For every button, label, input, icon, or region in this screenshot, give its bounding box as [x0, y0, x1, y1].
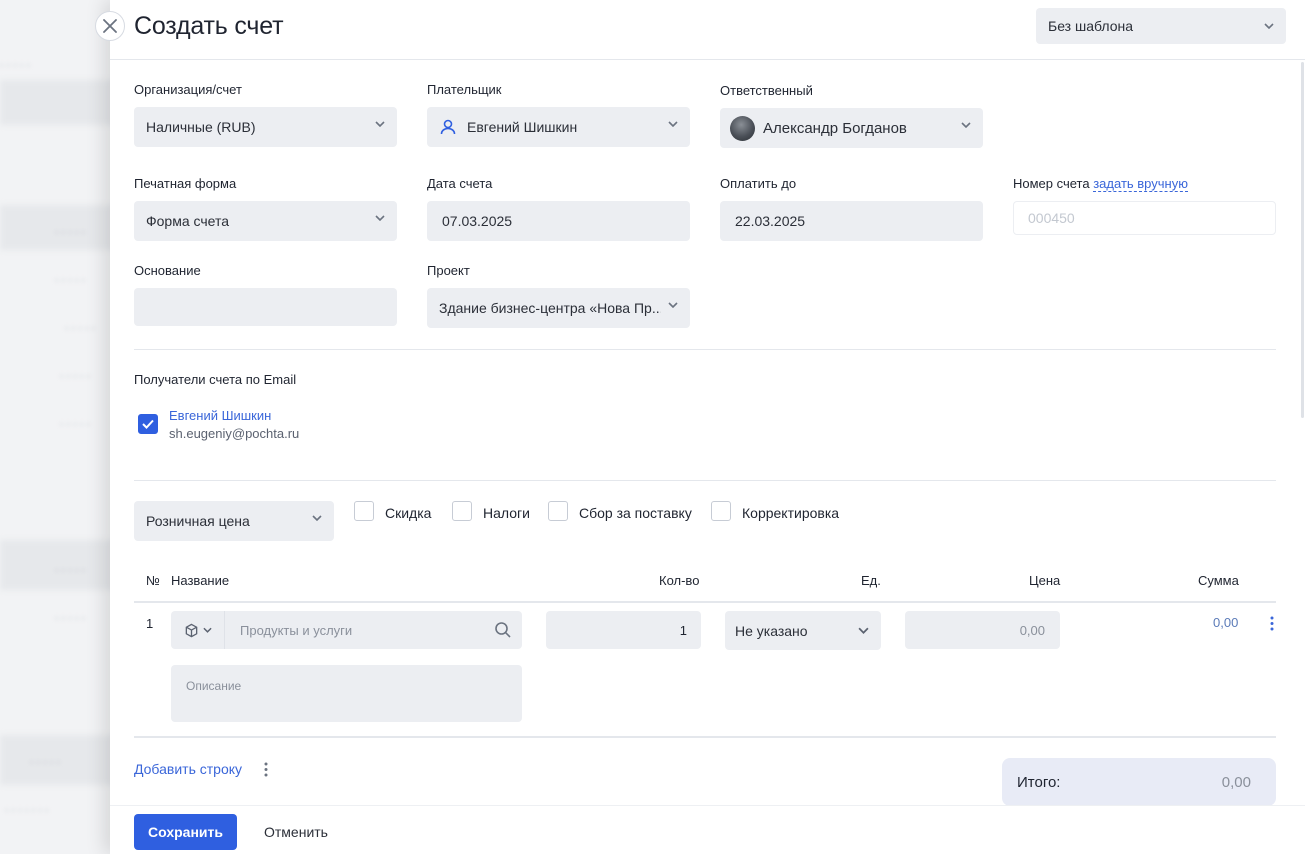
- product-search: Продукты и услуги: [171, 611, 522, 649]
- adjustment-checkbox[interactable]: [711, 501, 731, 521]
- delivery-fee-label: Сбор за поставку: [579, 505, 692, 521]
- chevron-down-icon: [1264, 23, 1274, 29]
- chevron-down-icon: [375, 215, 385, 221]
- avatar: [730, 115, 755, 141]
- person-icon: [440, 119, 456, 135]
- price-type-select[interactable]: Розничная цена: [134, 501, 334, 541]
- template-select-value: Без шаблона: [1048, 18, 1134, 34]
- taxes-label: Налоги: [483, 505, 530, 521]
- table-header-divider: [134, 601, 1276, 603]
- add-row-link[interactable]: Добавить строку: [134, 761, 242, 777]
- pay-until-field[interactable]: 22.03.2025: [720, 201, 983, 241]
- col-num-header: №: [146, 573, 160, 588]
- price-field[interactable]: 0,00: [905, 611, 1060, 649]
- invoice-date-label: Дата счета: [427, 176, 493, 191]
- template-select[interactable]: Без шаблона: [1036, 8, 1286, 44]
- scrollbar[interactable]: [1301, 62, 1304, 418]
- product-search-input[interactable]: Продукты и услуги: [240, 623, 352, 638]
- invoice-number-field[interactable]: 000450: [1013, 201, 1276, 235]
- col-name-header: Название: [171, 573, 230, 588]
- adjustment-label: Корректировка: [742, 505, 840, 521]
- payer-label: Плательщик: [427, 82, 502, 97]
- invoice-number-placeholder: 000450: [1028, 210, 1075, 226]
- invoice-number-label-text: Номер счета: [1013, 176, 1090, 191]
- search-icon[interactable]: [494, 621, 512, 639]
- invoice-number-label: Номер счета задать вручную: [1013, 176, 1188, 192]
- col-sum-header: Сумма: [1198, 573, 1239, 588]
- product-type-select[interactable]: [171, 611, 225, 649]
- pay-until-label: Оплатить до: [720, 176, 797, 191]
- price-value: 0,00: [1019, 622, 1045, 638]
- invoice-date-value: 07.03.2025: [442, 213, 513, 229]
- discount-label: Скидка: [385, 505, 432, 521]
- price-type-value: Розничная цена: [146, 513, 250, 529]
- section-divider: [134, 480, 1276, 481]
- chevron-down-icon: [375, 121, 385, 127]
- total-value: 0,00: [1221, 773, 1251, 791]
- basis-field[interactable]: [134, 288, 397, 326]
- recipient-email: sh.eugeniy@pochta.ru: [169, 426, 300, 441]
- save-button[interactable]: Сохранить: [134, 814, 237, 850]
- org-value: Наличные (RUB): [146, 119, 256, 135]
- quantity-value: 1: [679, 622, 687, 638]
- payer-value: Евгений Шишкин: [467, 119, 578, 135]
- set-manually-link[interactable]: задать вручную: [1093, 176, 1188, 192]
- print-form-select[interactable]: Форма счета: [134, 201, 397, 241]
- unit-select[interactable]: Не указано: [725, 611, 881, 650]
- row-more-icon[interactable]: [1269, 616, 1275, 631]
- print-form-value: Форма счета: [146, 213, 230, 229]
- discount-checkbox[interactable]: [354, 501, 374, 521]
- box-icon: [185, 623, 197, 637]
- header-divider: [110, 59, 1305, 60]
- cancel-button[interactable]: Отменить: [264, 824, 328, 840]
- recipients-label: Получатели счета по Email: [134, 372, 297, 387]
- taxes-checkbox[interactable]: [452, 501, 472, 521]
- description-field[interactable]: Описание: [171, 665, 522, 722]
- row-sum: 0,00: [1213, 615, 1239, 630]
- close-icon: [103, 19, 117, 33]
- total-label: Итого:: [1017, 773, 1061, 791]
- page-title: Создать счет: [134, 12, 284, 40]
- print-form-label: Печатная форма: [134, 176, 237, 191]
- project-label: Проект: [427, 263, 470, 278]
- chevron-down-icon: [312, 515, 322, 521]
- chevron-down-icon: [961, 122, 971, 128]
- payer-select[interactable]: Евгений Шишкин: [427, 107, 690, 147]
- chevron-down-icon: [668, 302, 678, 308]
- row-number: 1: [146, 616, 154, 631]
- col-qty-header: Кол-во: [659, 573, 700, 588]
- add-row-more-icon[interactable]: [263, 762, 269, 777]
- description-placeholder: Описание: [186, 679, 242, 693]
- project-value: Здание бизнес-центра «Нова Пр...: [439, 300, 661, 316]
- pay-until-value: 22.03.2025: [735, 213, 806, 229]
- responsible-value: Александр Богданов: [763, 119, 907, 137]
- responsible-label: Ответственный: [720, 83, 813, 98]
- check-icon: [142, 419, 154, 429]
- chevron-down-icon: [668, 121, 678, 127]
- section-divider: [134, 349, 1276, 350]
- org-label: Организация/счет: [134, 82, 242, 97]
- quantity-field[interactable]: 1: [546, 611, 701, 649]
- col-unit-header: Ед.: [861, 573, 881, 588]
- total-box: Итого: 0,00: [1002, 758, 1276, 806]
- chevron-down-icon: [202, 627, 212, 633]
- col-price-header: Цена: [1029, 573, 1061, 588]
- unit-value: Не указано: [735, 622, 808, 639]
- recipient-checkbox[interactable]: [138, 414, 158, 434]
- basis-label: Основание: [134, 263, 201, 278]
- org-select[interactable]: Наличные (RUB): [134, 107, 397, 147]
- invoice-date-field[interactable]: 07.03.2025: [427, 201, 690, 241]
- project-select[interactable]: Здание бизнес-центра «Нова Пр...: [427, 288, 690, 328]
- recipient-name[interactable]: Евгений Шишкин: [169, 408, 271, 423]
- delivery-fee-checkbox[interactable]: [548, 501, 568, 521]
- chevron-down-icon: [858, 627, 869, 634]
- responsible-select[interactable]: Александр Богданов: [720, 108, 983, 148]
- close-button[interactable]: [95, 11, 125, 41]
- table-bottom-divider: [134, 736, 1276, 738]
